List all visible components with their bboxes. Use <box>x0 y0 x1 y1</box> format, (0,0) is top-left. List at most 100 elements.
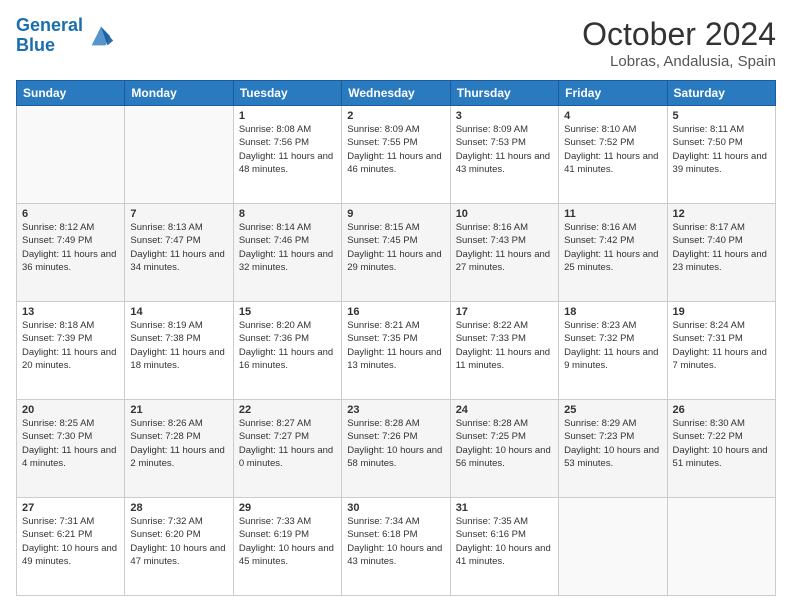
day-number: 13 <box>22 306 119 318</box>
calendar-cell: 11Sunrise: 8:16 AMSunset: 7:42 PMDayligh… <box>559 204 667 302</box>
day-info: Sunrise: 8:08 AMSunset: 7:56 PMDaylight:… <box>239 123 336 176</box>
day-info: Sunrise: 8:12 AMSunset: 7:49 PMDaylight:… <box>22 221 119 274</box>
calendar-cell: 15Sunrise: 8:20 AMSunset: 7:36 PMDayligh… <box>233 302 341 400</box>
calendar-cell: 10Sunrise: 8:16 AMSunset: 7:43 PMDayligh… <box>450 204 558 302</box>
calendar-cell: 27Sunrise: 7:31 AMSunset: 6:21 PMDayligh… <box>17 498 125 596</box>
day-info: Sunrise: 8:26 AMSunset: 7:28 PMDaylight:… <box>130 417 227 470</box>
day-info: Sunrise: 8:14 AMSunset: 7:46 PMDaylight:… <box>239 221 336 274</box>
calendar-cell: 30Sunrise: 7:34 AMSunset: 6:18 PMDayligh… <box>342 498 450 596</box>
logo: General Blue <box>16 16 115 56</box>
day-number: 16 <box>347 306 444 318</box>
day-number: 30 <box>347 502 444 514</box>
calendar-cell: 21Sunrise: 8:26 AMSunset: 7:28 PMDayligh… <box>125 400 233 498</box>
day-info: Sunrise: 8:28 AMSunset: 7:25 PMDaylight:… <box>456 417 553 470</box>
calendar-cell: 12Sunrise: 8:17 AMSunset: 7:40 PMDayligh… <box>667 204 775 302</box>
day-info: Sunrise: 8:16 AMSunset: 7:42 PMDaylight:… <box>564 221 661 274</box>
day-number: 12 <box>673 208 770 220</box>
day-info: Sunrise: 8:19 AMSunset: 7:38 PMDaylight:… <box>130 319 227 372</box>
weekday-header-wednesday: Wednesday <box>342 81 450 106</box>
logo-line2: Blue <box>16 35 55 55</box>
day-number: 9 <box>347 208 444 220</box>
day-number: 23 <box>347 404 444 416</box>
calendar-cell: 22Sunrise: 8:27 AMSunset: 7:27 PMDayligh… <box>233 400 341 498</box>
day-number: 15 <box>239 306 336 318</box>
calendar-cell: 23Sunrise: 8:28 AMSunset: 7:26 PMDayligh… <box>342 400 450 498</box>
logo-text: General Blue <box>16 16 83 56</box>
calendar-week-row: 6Sunrise: 8:12 AMSunset: 7:49 PMDaylight… <box>17 204 776 302</box>
day-number: 11 <box>564 208 661 220</box>
day-info: Sunrise: 8:09 AMSunset: 7:53 PMDaylight:… <box>456 123 553 176</box>
day-info: Sunrise: 8:15 AMSunset: 7:45 PMDaylight:… <box>347 221 444 274</box>
day-info: Sunrise: 8:17 AMSunset: 7:40 PMDaylight:… <box>673 221 770 274</box>
calendar-week-row: 27Sunrise: 7:31 AMSunset: 6:21 PMDayligh… <box>17 498 776 596</box>
calendar-cell: 3Sunrise: 8:09 AMSunset: 7:53 PMDaylight… <box>450 106 558 204</box>
day-info: Sunrise: 8:13 AMSunset: 7:47 PMDaylight:… <box>130 221 227 274</box>
weekday-header-thursday: Thursday <box>450 81 558 106</box>
day-number: 22 <box>239 404 336 416</box>
day-number: 17 <box>456 306 553 318</box>
calendar-cell: 14Sunrise: 8:19 AMSunset: 7:38 PMDayligh… <box>125 302 233 400</box>
day-info: Sunrise: 8:10 AMSunset: 7:52 PMDaylight:… <box>564 123 661 176</box>
calendar-cell <box>17 106 125 204</box>
day-number: 1 <box>239 110 336 122</box>
day-number: 28 <box>130 502 227 514</box>
day-info: Sunrise: 8:16 AMSunset: 7:43 PMDaylight:… <box>456 221 553 274</box>
day-info: Sunrise: 8:28 AMSunset: 7:26 PMDaylight:… <box>347 417 444 470</box>
day-info: Sunrise: 8:25 AMSunset: 7:30 PMDaylight:… <box>22 417 119 470</box>
weekday-header-monday: Monday <box>125 81 233 106</box>
day-info: Sunrise: 7:32 AMSunset: 6:20 PMDaylight:… <box>130 515 227 568</box>
calendar-week-row: 20Sunrise: 8:25 AMSunset: 7:30 PMDayligh… <box>17 400 776 498</box>
calendar-week-row: 13Sunrise: 8:18 AMSunset: 7:39 PMDayligh… <box>17 302 776 400</box>
day-number: 19 <box>673 306 770 318</box>
calendar-cell: 18Sunrise: 8:23 AMSunset: 7:32 PMDayligh… <box>559 302 667 400</box>
day-number: 2 <box>347 110 444 122</box>
calendar-cell: 13Sunrise: 8:18 AMSunset: 7:39 PMDayligh… <box>17 302 125 400</box>
weekday-header-tuesday: Tuesday <box>233 81 341 106</box>
header: General Blue October 2024 Lobras, Andalu… <box>16 16 776 70</box>
weekday-header-saturday: Saturday <box>667 81 775 106</box>
calendar-table: SundayMondayTuesdayWednesdayThursdayFrid… <box>16 80 776 596</box>
day-number: 5 <box>673 110 770 122</box>
calendar-cell: 20Sunrise: 8:25 AMSunset: 7:30 PMDayligh… <box>17 400 125 498</box>
calendar-cell: 28Sunrise: 7:32 AMSunset: 6:20 PMDayligh… <box>125 498 233 596</box>
day-info: Sunrise: 7:35 AMSunset: 6:16 PMDaylight:… <box>456 515 553 568</box>
weekday-header-friday: Friday <box>559 81 667 106</box>
day-info: Sunrise: 7:31 AMSunset: 6:21 PMDaylight:… <box>22 515 119 568</box>
day-info: Sunrise: 8:27 AMSunset: 7:27 PMDaylight:… <box>239 417 336 470</box>
month-title: October 2024 <box>582 16 776 53</box>
calendar-cell: 9Sunrise: 8:15 AMSunset: 7:45 PMDaylight… <box>342 204 450 302</box>
calendar-cell <box>667 498 775 596</box>
calendar-cell: 26Sunrise: 8:30 AMSunset: 7:22 PMDayligh… <box>667 400 775 498</box>
day-number: 25 <box>564 404 661 416</box>
day-number: 3 <box>456 110 553 122</box>
day-info: Sunrise: 8:11 AMSunset: 7:50 PMDaylight:… <box>673 123 770 176</box>
location: Lobras, Andalusia, Spain <box>582 53 776 70</box>
page: General Blue October 2024 Lobras, Andalu… <box>0 0 792 612</box>
calendar-cell: 2Sunrise: 8:09 AMSunset: 7:55 PMDaylight… <box>342 106 450 204</box>
day-number: 14 <box>130 306 227 318</box>
day-number: 18 <box>564 306 661 318</box>
calendar-cell <box>559 498 667 596</box>
day-info: Sunrise: 8:30 AMSunset: 7:22 PMDaylight:… <box>673 417 770 470</box>
calendar-cell: 19Sunrise: 8:24 AMSunset: 7:31 PMDayligh… <box>667 302 775 400</box>
day-number: 20 <box>22 404 119 416</box>
calendar-cell: 31Sunrise: 7:35 AMSunset: 6:16 PMDayligh… <box>450 498 558 596</box>
weekday-header-sunday: Sunday <box>17 81 125 106</box>
calendar-cell: 7Sunrise: 8:13 AMSunset: 7:47 PMDaylight… <box>125 204 233 302</box>
calendar-cell: 8Sunrise: 8:14 AMSunset: 7:46 PMDaylight… <box>233 204 341 302</box>
logo-line1: General <box>16 15 83 35</box>
day-number: 24 <box>456 404 553 416</box>
day-number: 7 <box>130 208 227 220</box>
day-number: 29 <box>239 502 336 514</box>
day-info: Sunrise: 8:18 AMSunset: 7:39 PMDaylight:… <box>22 319 119 372</box>
calendar-cell: 6Sunrise: 8:12 AMSunset: 7:49 PMDaylight… <box>17 204 125 302</box>
calendar-week-row: 1Sunrise: 8:08 AMSunset: 7:56 PMDaylight… <box>17 106 776 204</box>
day-number: 6 <box>22 208 119 220</box>
calendar-cell: 5Sunrise: 8:11 AMSunset: 7:50 PMDaylight… <box>667 106 775 204</box>
calendar-cell: 4Sunrise: 8:10 AMSunset: 7:52 PMDaylight… <box>559 106 667 204</box>
day-info: Sunrise: 8:29 AMSunset: 7:23 PMDaylight:… <box>564 417 661 470</box>
day-info: Sunrise: 8:09 AMSunset: 7:55 PMDaylight:… <box>347 123 444 176</box>
day-info: Sunrise: 8:22 AMSunset: 7:33 PMDaylight:… <box>456 319 553 372</box>
calendar-cell: 24Sunrise: 8:28 AMSunset: 7:25 PMDayligh… <box>450 400 558 498</box>
day-number: 27 <box>22 502 119 514</box>
